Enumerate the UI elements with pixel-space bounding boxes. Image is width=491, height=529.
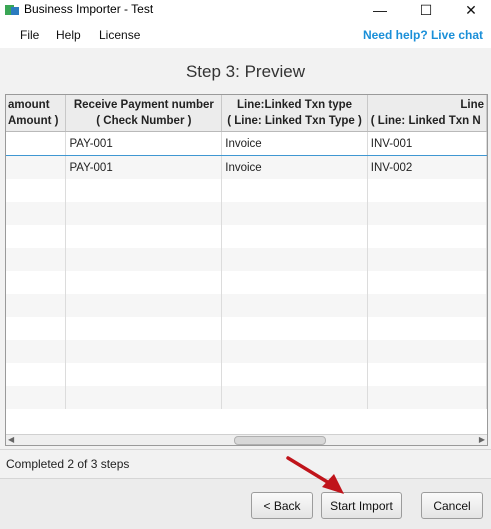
column-header-line2: Amount ) [8, 115, 59, 127]
start-import-button[interactable]: Start Import [321, 492, 402, 519]
back-button[interactable]: < Back [251, 492, 313, 519]
empty-row [6, 317, 487, 340]
minimize-button[interactable]: — [358, 0, 402, 20]
scroll-right-icon[interactable]: ▶ [479, 435, 485, 444]
table-cell: PAY-001 [65, 155, 223, 179]
empty-row [6, 248, 487, 271]
table-cell: Invoice [221, 155, 368, 179]
column-header-linked-txn-type[interactable]: Line:Linked Txn type ( Line: Linked Txn … [221, 95, 368, 132]
table-cell [6, 131, 67, 156]
scroll-left-icon[interactable]: ◀ [8, 435, 14, 444]
column-header-line2: ( Check Number ) [96, 115, 192, 127]
column-header-line2: ( Line: Linked Txn N [370, 115, 481, 127]
horizontal-scrollbar[interactable]: ◀ ▶ [6, 434, 487, 445]
menu-bar: File Help License Need help? Live chat [0, 24, 491, 48]
table-cell: INV-002 [367, 155, 487, 179]
preview-grid: amount Amount ) Receive Payment number (… [6, 95, 487, 409]
table-row[interactable]: PAY-001 Invoice INV-002 [6, 155, 487, 179]
column-header-amount[interactable]: amount Amount ) [6, 95, 67, 132]
column-header-linked-txn-number[interactable]: Line ( Line: Linked Txn N [367, 95, 487, 132]
empty-row [6, 386, 487, 409]
page-title: Step 3: Preview [185, 62, 306, 81]
column-header-line1: Receive Payment number [73, 99, 214, 111]
empty-row [6, 294, 487, 317]
empty-row [6, 271, 487, 294]
table-row[interactable]: PAY-001 Invoice INV-001 [6, 131, 487, 156]
empty-row [6, 202, 487, 225]
menu-help[interactable]: Help [56, 28, 81, 42]
column-header-line1: amount [8, 99, 50, 111]
live-chat-link[interactable]: Need help? Live chat [363, 28, 483, 42]
table-cell: INV-001 [367, 131, 487, 156]
maximize-button[interactable]: ☐ [404, 0, 448, 20]
column-header-line2: ( Line: Linked Txn Type ) [227, 115, 362, 127]
column-header-line1: Line [460, 99, 484, 111]
column-header-receive-payment-number[interactable]: Receive Payment number ( Check Number ) [65, 95, 223, 132]
table-cell: Invoice [221, 131, 368, 156]
preview-table[interactable]: amount Amount ) Receive Payment number (… [5, 94, 488, 446]
empty-row [6, 225, 487, 248]
table-cell [6, 155, 67, 179]
window-title: Business Importer - Test [24, 2, 154, 16]
close-button[interactable]: ✕ [449, 0, 491, 20]
empty-row [6, 340, 487, 363]
status-text: Completed 2 of 3 steps [6, 457, 130, 471]
cancel-button[interactable]: Cancel [421, 492, 483, 519]
empty-row [6, 179, 487, 202]
table-cell: PAY-001 [65, 131, 223, 156]
column-header-line1: Line:Linked Txn type [237, 99, 353, 111]
menu-file[interactable]: File [20, 28, 39, 42]
status-divider [0, 449, 491, 450]
empty-row [6, 363, 487, 386]
title-bar: Business Importer - Test — ☐ ✕ [0, 0, 491, 20]
app-icon [5, 5, 19, 15]
footer-bar [0, 478, 491, 529]
scrollbar-thumb[interactable] [234, 436, 326, 445]
menu-license[interactable]: License [99, 28, 140, 42]
